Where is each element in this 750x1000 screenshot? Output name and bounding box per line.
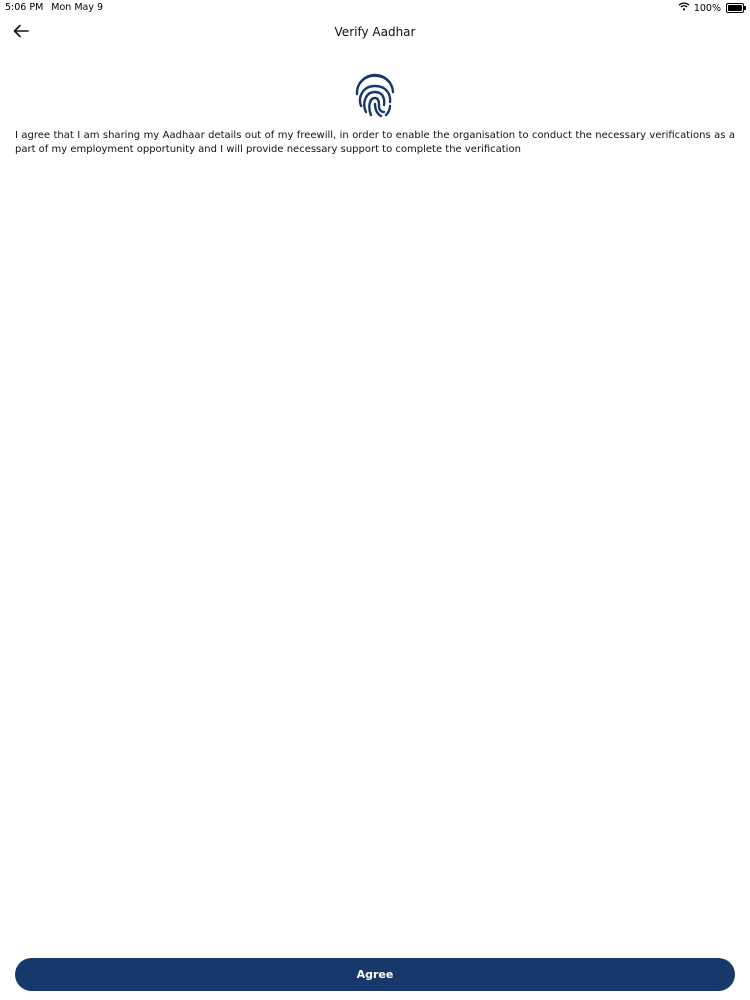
wifi-icon [678, 2, 690, 14]
verify-aadhar-screen: 5:06 PM Mon May 9 100% Verify Aadhar I a… [0, 0, 750, 1000]
fingerprint-icon [354, 72, 396, 118]
status-bar: 5:06 PM Mon May 9 100% [0, 0, 750, 16]
consent-text: I agree that I am sharing my Aadhaar det… [15, 130, 735, 155]
battery-percent: 100% [693, 2, 721, 14]
status-time: 5:06 PM [5, 2, 44, 13]
agree-button[interactable]: Agree [15, 958, 735, 991]
status-right: 100% [678, 2, 746, 14]
header: Verify Aadhar [0, 18, 750, 46]
status-left: 5:06 PM Mon May 9 [5, 2, 103, 13]
status-date: Mon May 9 [51, 2, 104, 13]
battery-icon [726, 3, 746, 13]
page-title: Verify Aadhar [334, 25, 416, 39]
